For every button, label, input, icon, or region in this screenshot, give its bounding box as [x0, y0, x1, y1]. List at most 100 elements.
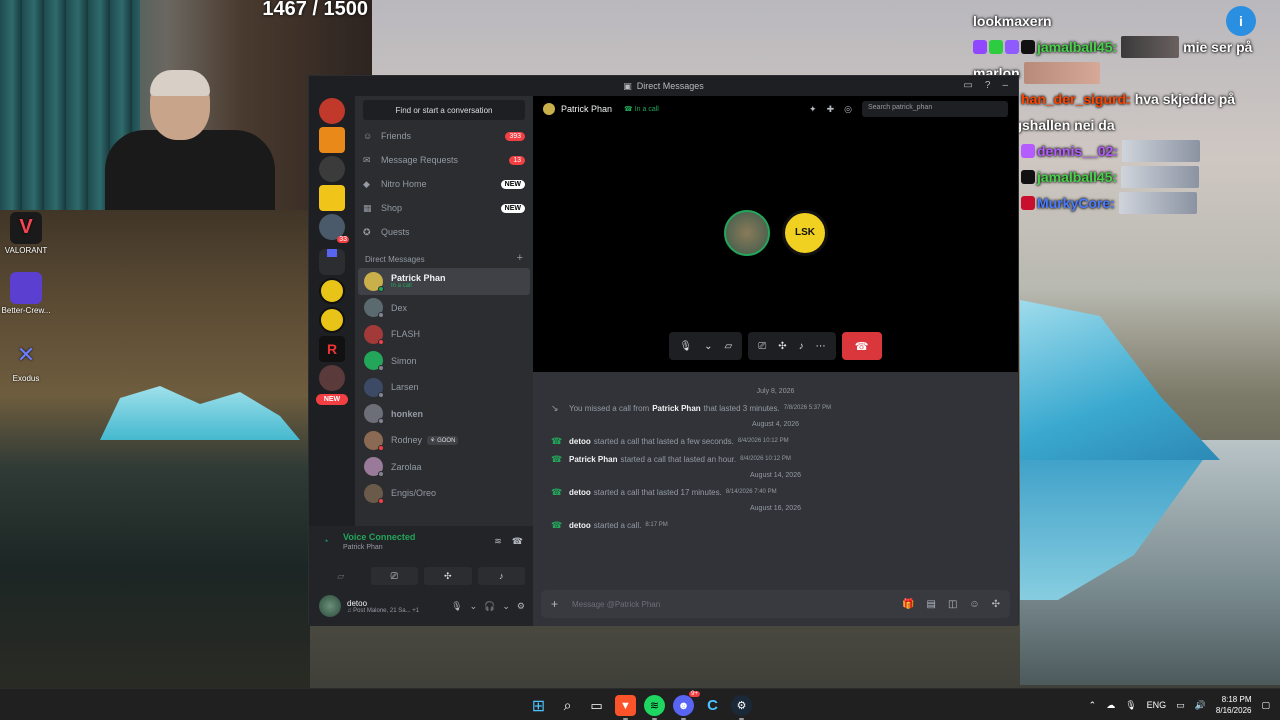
voice-panel: ◔ Voice Connected Patrick Phan ≋ ☎ ▱ ⎚ ✣…	[309, 526, 533, 626]
help-icon[interactable]: ?	[985, 80, 991, 91]
server-icon[interactable]: R	[319, 336, 345, 362]
cloud-icon[interactable]: ☁	[1106, 700, 1115, 711]
brave-button[interactable]: ▼	[615, 695, 636, 720]
chevron-down-icon[interactable]: ⌄	[704, 341, 712, 352]
server-icon[interactable]	[319, 278, 345, 304]
status-dot	[378, 444, 384, 451]
entry-user[interactable]: detoo	[569, 488, 591, 497]
status-dot	[378, 285, 384, 292]
clock[interactable]: 8:18 PM 8/16/2026	[1216, 694, 1252, 716]
discord-button[interactable]: ☻ 9+	[673, 691, 700, 720]
dm-item-patrick-phan[interactable]: Patrick Phan In a call	[358, 268, 530, 295]
clock-time: 8:18 PM	[1221, 695, 1252, 704]
call-participant-avatar[interactable]: LSK	[782, 210, 828, 256]
screen-share-icon[interactable]: ⎚	[758, 341, 766, 352]
file-explorer-button[interactable]: ▭	[586, 695, 607, 716]
dm-item-honken[interactable]: honken	[358, 401, 530, 428]
chevron-down-icon[interactable]: ⌄	[502, 601, 510, 612]
create-dm-plus-icon[interactable]: +	[517, 252, 523, 264]
server-icon[interactable]	[319, 365, 345, 391]
notifications-icon[interactable]: ▢	[1261, 700, 1270, 711]
signal-icon[interactable]: ◔	[323, 536, 328, 546]
microphone-icon[interactable]: 🎙	[679, 341, 692, 352]
volume-icon[interactable]: 🔊	[1195, 700, 1206, 711]
gift-icon[interactable]: 🎁	[902, 599, 914, 610]
upload-plus-icon[interactable]: +	[551, 597, 558, 611]
more-options-icon[interactable]: ⋯	[816, 341, 826, 352]
minimize-icon[interactable]: –	[1002, 80, 1008, 91]
call-participant-avatar[interactable]	[724, 210, 770, 256]
emoji-icon[interactable]: ☺	[969, 599, 979, 610]
activities-button[interactable]: ✣	[424, 567, 472, 585]
soundboard-button[interactable]: ♪	[477, 567, 525, 585]
entry-user[interactable]: detoo	[569, 437, 591, 446]
dm-item-zarolaa[interactable]: Zarolaa	[358, 454, 530, 481]
dm-item-larsen[interactable]: Larsen	[358, 374, 530, 401]
microphone-icon[interactable]: 🎙	[451, 601, 462, 612]
gear-icon[interactable]: ⚙	[517, 601, 525, 612]
call-icon: ☎	[551, 435, 563, 446]
start-button[interactable]: ⊞	[528, 695, 549, 716]
server-icon[interactable]	[319, 127, 345, 153]
screen-share-button[interactable]: ⎚	[370, 567, 418, 585]
desktop-icon-better-crewlink[interactable]: Better-Crew...	[0, 272, 52, 315]
sticker-icon[interactable]: ◫	[948, 599, 957, 610]
status-dot	[378, 471, 384, 478]
nav-label: Message Requests	[381, 155, 459, 165]
chevron-down-icon[interactable]: ⌄	[470, 601, 478, 612]
microphone-icon[interactable]: 🎙	[1125, 700, 1136, 711]
steam-button[interactable]: ⚙	[731, 695, 752, 720]
desktop-icon-exodus[interactable]: ✕ Exodus	[0, 340, 52, 383]
chevron-up-icon[interactable]: ⌃	[1089, 700, 1097, 711]
server-icon[interactable]	[319, 156, 345, 182]
entry-user[interactable]: Patrick Phan	[569, 455, 617, 464]
nav-shop[interactable]: ▦ Shop NEW	[355, 196, 533, 220]
headphones-icon[interactable]: 🎧	[484, 601, 495, 612]
search-button[interactable]: ⌕	[557, 695, 578, 716]
server-folder-icon[interactable]	[319, 249, 345, 275]
server-icon[interactable]	[319, 307, 345, 333]
nav-quests[interactable]: ✪ Quests	[355, 220, 533, 244]
new-server-badge[interactable]: NEW	[316, 394, 348, 405]
gif-icon[interactable]: ▤	[926, 599, 935, 610]
soundboard-icon[interactable]: ♪	[799, 341, 804, 352]
ccleaner-button[interactable]: C	[702, 695, 723, 716]
entry-user[interactable]: detoo	[569, 521, 591, 530]
disconnect-icon[interactable]: ☎	[512, 536, 523, 547]
apps-icon[interactable]: ✣	[992, 599, 1000, 610]
entry-user[interactable]: Patrick Phan	[652, 404, 700, 413]
exodus-icon: ✕	[16, 342, 36, 367]
user-profile-icon[interactable]: ◎	[844, 104, 852, 115]
desktop-icon-valorant[interactable]: V VALORANT	[0, 212, 52, 255]
spotify-button[interactable]: ≋	[644, 695, 665, 720]
add-friends-icon[interactable]: ✚	[827, 104, 835, 115]
camera-off-button[interactable]: ▱	[317, 567, 365, 585]
dm-item-dex[interactable]: Dex	[358, 295, 530, 322]
server-icon[interactable]	[319, 98, 345, 124]
avatar[interactable]	[319, 595, 341, 617]
dm-item-simon[interactable]: Simon	[358, 348, 530, 375]
dm-item-flash[interactable]: FLASH	[358, 321, 530, 348]
recipient-name[interactable]: Patrick Phan	[561, 104, 612, 114]
hang-up-button[interactable]: ☎	[841, 332, 882, 360]
entry-text: started a call that lasted a few seconds…	[593, 436, 734, 446]
search-input[interactable]: Search patrick_phan	[862, 101, 1008, 117]
message-composer[interactable]: + Message @Patrick Phan 🎁 ▤ ◫ ☺ ✣	[541, 590, 1010, 618]
pin-icon[interactable]: ✦	[809, 104, 817, 115]
dm-item-engis-oreo[interactable]: Engis/Oreo	[358, 480, 530, 507]
dm-item-rodney[interactable]: Rodney ⚘ GOON	[358, 427, 530, 454]
nav-nitro-home[interactable]: ◆ Nitro Home NEW	[355, 172, 533, 196]
camera-off-icon[interactable]: ▱	[725, 341, 733, 352]
language-indicator[interactable]: ENG	[1147, 700, 1167, 710]
network-icon[interactable]: ▭	[1176, 700, 1185, 711]
nav-friends[interactable]: ☺ Friends 393	[355, 124, 533, 148]
dm-header-label: Direct Messages	[365, 255, 425, 264]
activities-icon[interactable]: ✣	[778, 341, 786, 352]
noise-suppression-icon[interactable]: ≋	[494, 536, 502, 547]
server-icon[interactable]: 33	[319, 214, 349, 243]
server-icon[interactable]	[319, 185, 345, 211]
nav-message-requests[interactable]: ✉ Message Requests 13	[355, 148, 533, 172]
inbox-icon[interactable]: ▭	[963, 80, 972, 91]
find-conversation-button[interactable]: Find or start a conversation	[363, 100, 525, 120]
message-input[interactable]: Message @Patrick Phan	[572, 600, 660, 609]
